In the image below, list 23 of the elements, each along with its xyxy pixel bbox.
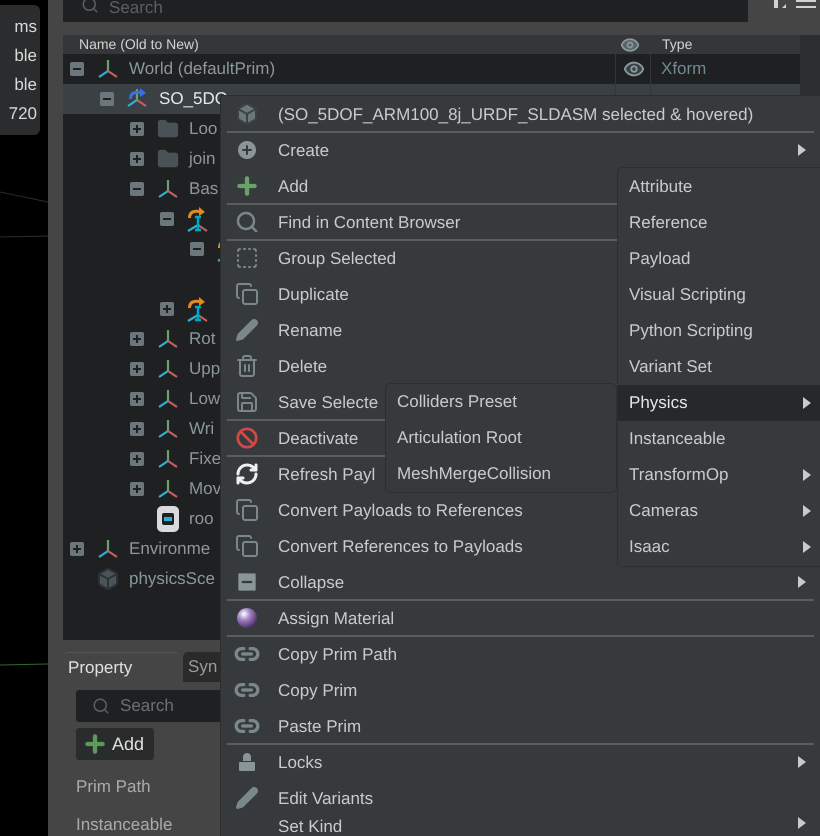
prim-name: Upp [189,358,220,380]
prim-name: World (defaultPrim) [129,58,276,80]
prim-type: Xform [660,58,708,80]
menu-header: (SO_5DOF_ARM100_8j_URDF_SLDASM selected & hovered) [227,96,814,132]
tooltip-text: 720 [8,103,37,125]
search-placeholder: Search [120,695,174,718]
prim-name: roo [189,508,214,530]
prim-name: Bas [189,178,218,200]
tooltip-text: ble [14,74,37,96]
prim-name: Rot [189,328,216,350]
prim-name: Environme [129,538,210,560]
property-label: Instanceable [76,814,172,836]
prim-name: Fixe [189,448,222,470]
prim-name: Wri [189,418,214,440]
prim-name: join [189,148,216,170]
prim-name: physicsSce [129,568,215,590]
search-placeholder: Search [109,0,163,18]
prim-name: Low [189,388,220,410]
prim-name: Loo [189,118,218,140]
tooltip-text: ms [14,16,37,38]
prim-name: Mov [189,478,222,500]
tooltip-text: ble [14,45,37,67]
property-label: Prim Path [76,776,151,798]
